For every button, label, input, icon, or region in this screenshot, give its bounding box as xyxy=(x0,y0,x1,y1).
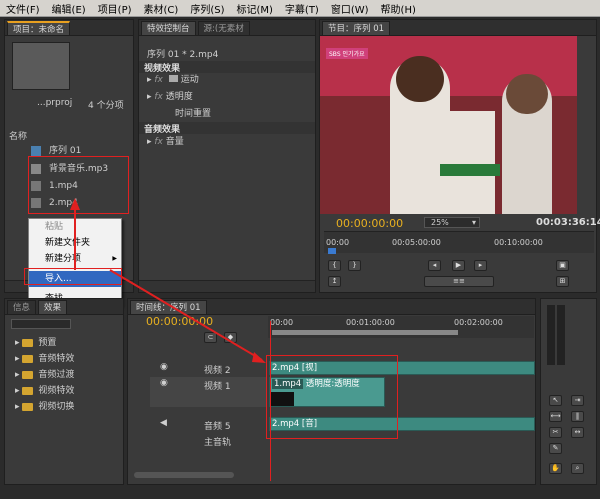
annotation-arrows xyxy=(70,198,266,363)
arrow-head-up xyxy=(70,198,80,210)
arrow-line-diagonal xyxy=(109,269,263,361)
arrow-head-diagonal xyxy=(252,352,266,363)
